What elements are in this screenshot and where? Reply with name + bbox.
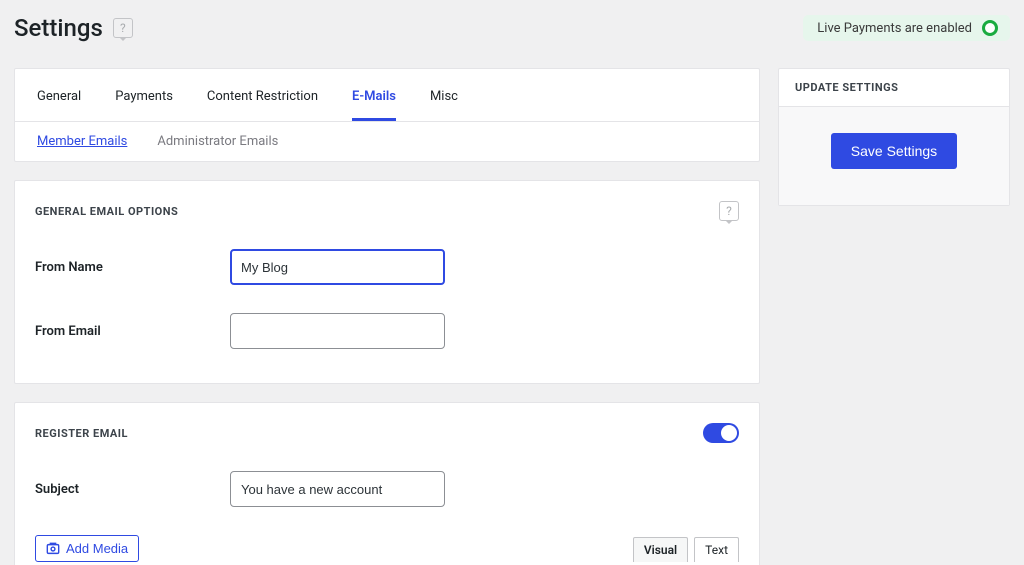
tab-content-restriction[interactable]: Content Restriction <box>207 81 318 121</box>
editor-tab-visual[interactable]: Visual <box>633 537 688 562</box>
page-title: Settings <box>14 14 103 42</box>
subtab-administrator-emails[interactable]: Administrator Emails <box>157 134 278 149</box>
tab-misc[interactable]: Misc <box>430 81 458 121</box>
help-icon[interactable]: ? <box>719 201 739 221</box>
from-name-input[interactable] <box>230 249 445 285</box>
live-payments-status: Live Payments are enabled <box>803 15 1010 41</box>
tab-emails[interactable]: E-Mails <box>352 81 396 121</box>
editor-mode-toggle: Visual Text <box>633 537 739 562</box>
media-icon <box>46 542 60 556</box>
settings-tabs-panel: General Payments Content Restriction E-M… <box>14 68 760 162</box>
general-email-section: GENERAL EMAIL OPTIONS ? From Name From E… <box>14 180 760 384</box>
general-email-title: GENERAL EMAIL OPTIONS <box>35 205 178 218</box>
register-email-section: REGISTER EMAIL Subject <box>14 402 760 565</box>
tab-general[interactable]: General <box>37 81 81 121</box>
from-name-label: From Name <box>35 260 230 275</box>
status-text: Live Payments are enabled <box>817 21 972 36</box>
help-icon[interactable]: ? <box>113 18 133 38</box>
subject-label: Subject <box>35 482 230 497</box>
tab-payments[interactable]: Payments <box>115 81 173 121</box>
register-email-toggle[interactable] <box>703 423 739 443</box>
register-email-title: REGISTER EMAIL <box>35 427 128 440</box>
subtab-member-emails[interactable]: Member Emails <box>37 134 127 149</box>
add-media-label: Add Media <box>66 541 128 556</box>
add-media-button[interactable]: Add Media <box>35 535 139 562</box>
update-settings-title: UPDATE SETTINGS <box>779 69 1009 107</box>
editor-tab-text[interactable]: Text <box>694 537 739 562</box>
page-header: Settings ? Live Payments are enabled <box>14 14 1010 42</box>
primary-tabs: General Payments Content Restriction E-M… <box>15 69 759 122</box>
update-settings-panel: UPDATE SETTINGS Save Settings <box>778 68 1010 206</box>
from-email-label: From Email <box>35 324 230 339</box>
secondary-tabs: Member Emails Administrator Emails <box>15 122 759 161</box>
from-email-input[interactable] <box>230 313 445 349</box>
subject-input[interactable] <box>230 471 445 507</box>
save-settings-button[interactable]: Save Settings <box>831 133 957 169</box>
status-ring-icon <box>982 20 998 36</box>
